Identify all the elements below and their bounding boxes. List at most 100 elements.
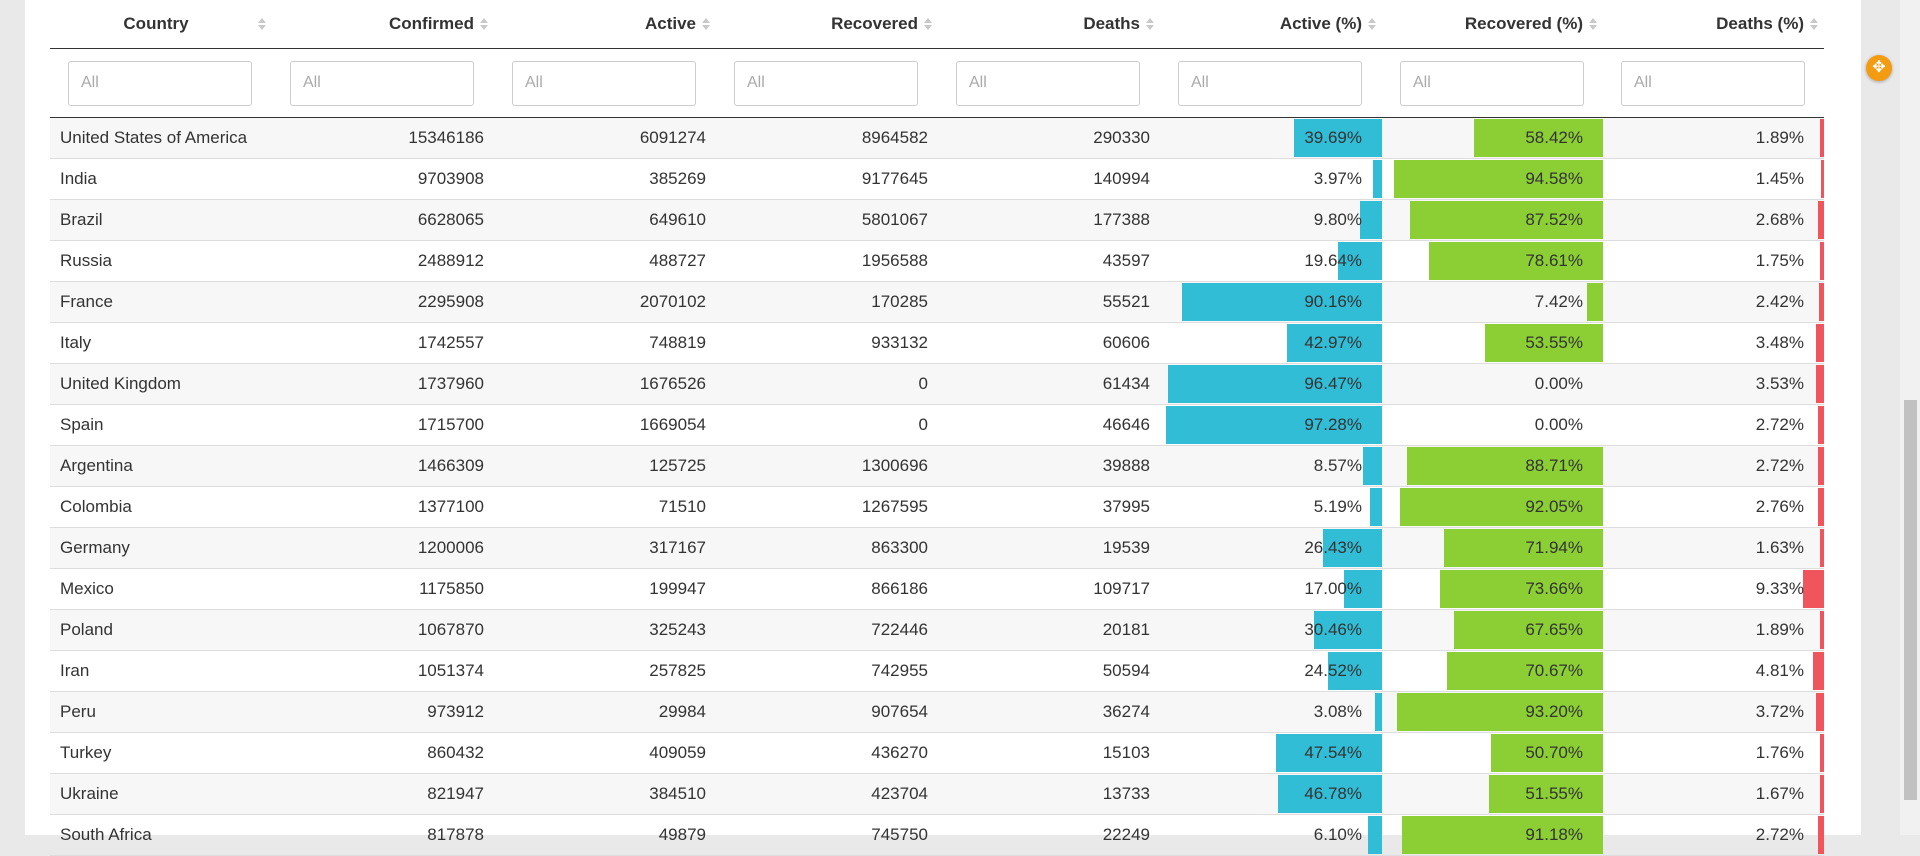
cell-active-pct: 96.47% [1160,363,1382,405]
table-row: Peru 973912 29984 907654 36274 3.08% 93.20% 3.7… [50,691,1824,733]
column-header-deaths-pct[interactable]: Deaths (%) [1603,0,1824,49]
expand-icon[interactable]: ✥ [1866,55,1892,81]
cell-recovered: 866186 [716,568,938,610]
filter-input-country[interactable] [68,60,252,106]
cell-active-pct: 6.10% [1160,814,1382,856]
cell-value: 73.66% [1525,579,1583,598]
cell-deaths: 15103 [938,732,1160,774]
cell-country: United Kingdom [50,363,272,405]
cell-active: 384510 [494,773,716,815]
sort-icon[interactable] [1368,18,1376,32]
sort-icon[interactable] [1146,18,1154,32]
column-header-label: Recovered (%) [1464,14,1583,33]
filter-cell [1160,48,1382,118]
table-row: Ukraine 821947 384510 423704 13733 46.78% 51.5… [50,773,1824,815]
cell-value: 26.43% [1304,538,1362,557]
filter-input-deaths[interactable] [956,60,1140,106]
cell-value: 5.19% [1313,497,1362,516]
cell-deaths: 109717 [938,568,1160,610]
cell-recovered-pct: 73.66% [1382,568,1603,610]
cell-deaths-pct: 4.81% [1603,650,1824,692]
scrollbar-thumb[interactable] [1904,400,1917,800]
cell-recovered-pct: 0.00% [1382,404,1603,446]
cell-confirmed: 6628065 [272,199,494,241]
cell-recovered: 1300696 [716,445,938,487]
table-row: Colombia 1377100 71510 1267595 37995 5.19% 92.… [50,486,1824,528]
cell-deaths-pct: 9.33% [1603,568,1824,610]
column-header-country[interactable]: Country [50,0,272,49]
cell-deaths-pct: 3.48% [1603,322,1824,364]
cell-value: 46.78% [1304,784,1362,803]
table-row: United Kingdom 1737960 1676526 0 61434 96.47%… [50,363,1824,405]
cell-active: 325243 [494,609,716,651]
sort-icon[interactable] [480,18,488,32]
deaths-pct-bar [1818,447,1824,485]
vertical-scrollbar[interactable] [1900,0,1920,835]
table-row: France 2295908 2070102 170285 55521 90.16% 7.4… [50,281,1824,323]
filter-input-deaths-pct[interactable] [1621,60,1805,106]
filter-input-active-pct[interactable] [1178,60,1362,106]
cell-active-pct: 19.64% [1160,240,1382,282]
cell-recovered: 170285 [716,281,938,323]
filter-cell [938,48,1160,118]
cell-confirmed: 2295908 [272,281,494,323]
cell-deaths-pct: 1.76% [1603,732,1824,774]
cell-recovered-pct: 50.70% [1382,732,1603,774]
cell-value: 3.97% [1313,169,1362,188]
cell-active-pct: 39.69% [1160,117,1382,159]
cell-confirmed: 860432 [272,732,494,774]
column-header-confirmed[interactable]: Confirmed [272,0,494,49]
table-row: United States of America 15346186 6091274 8… [50,117,1824,159]
cell-recovered-pct: 0.00% [1382,363,1603,405]
cell-active: 125725 [494,445,716,487]
cell-value: 0.00% [1534,415,1583,434]
cell-country: India [50,158,272,200]
cell-value: 30.46% [1304,620,1362,639]
deaths-pct-bar [1820,775,1824,813]
cell-recovered: 436270 [716,732,938,774]
column-header-deaths[interactable]: Deaths [938,0,1160,49]
column-header-recovered-pct[interactable]: Recovered (%) [1382,0,1603,49]
cell-value: 2.68% [1755,210,1804,229]
column-header-recovered[interactable]: Recovered [716,0,938,49]
filter-input-confirmed[interactable] [290,60,474,106]
deaths-pct-bar [1819,119,1824,157]
sort-icon[interactable] [702,18,710,32]
cell-value: 93.20% [1525,702,1583,721]
deaths-pct-bar [1816,324,1824,362]
cell-deaths: 177388 [938,199,1160,241]
cell-active-pct: 3.08% [1160,691,1382,733]
sort-icon[interactable] [1810,18,1818,32]
column-header-active[interactable]: Active [494,0,716,49]
cell-confirmed: 1051374 [272,650,494,692]
column-header-label: Country [123,14,189,33]
sort-icon[interactable] [1589,18,1597,32]
filter-cell [1603,48,1824,118]
cell-value: 1.63% [1755,538,1804,557]
cell-confirmed: 1466309 [272,445,494,487]
cell-value: 97.28% [1304,415,1362,434]
cell-recovered-pct: 87.52% [1382,199,1603,241]
cell-country: Peru [50,691,272,733]
cell-active: 49879 [494,814,716,856]
sort-icon[interactable] [258,18,266,32]
cell-value: 3.48% [1755,333,1804,352]
filter-input-recovered[interactable] [734,60,918,106]
filter-input-active[interactable] [512,60,696,106]
cell-confirmed: 1737960 [272,363,494,405]
cell-recovered: 9177645 [716,158,938,200]
column-header-active-pct[interactable]: Active (%) [1160,0,1382,49]
cell-value: 2.72% [1755,415,1804,434]
filter-input-recovered-pct[interactable] [1400,60,1584,106]
cell-recovered: 742955 [716,650,938,692]
deaths-pct-bar [1819,611,1824,649]
table-row: Russia 2488912 488727 1956588 43597 19.64% 78.… [50,240,1824,282]
cell-deaths: 290330 [938,117,1160,159]
cell-recovered: 8964582 [716,117,938,159]
table-row: South Africa 817878 49879 745750 22249 6.10% 9… [50,814,1824,856]
sort-icon[interactable] [924,18,932,32]
cell-active: 1669054 [494,404,716,446]
cell-country: Ukraine [50,773,272,815]
cell-deaths: 43597 [938,240,1160,282]
cell-recovered-pct: 51.55% [1382,773,1603,815]
